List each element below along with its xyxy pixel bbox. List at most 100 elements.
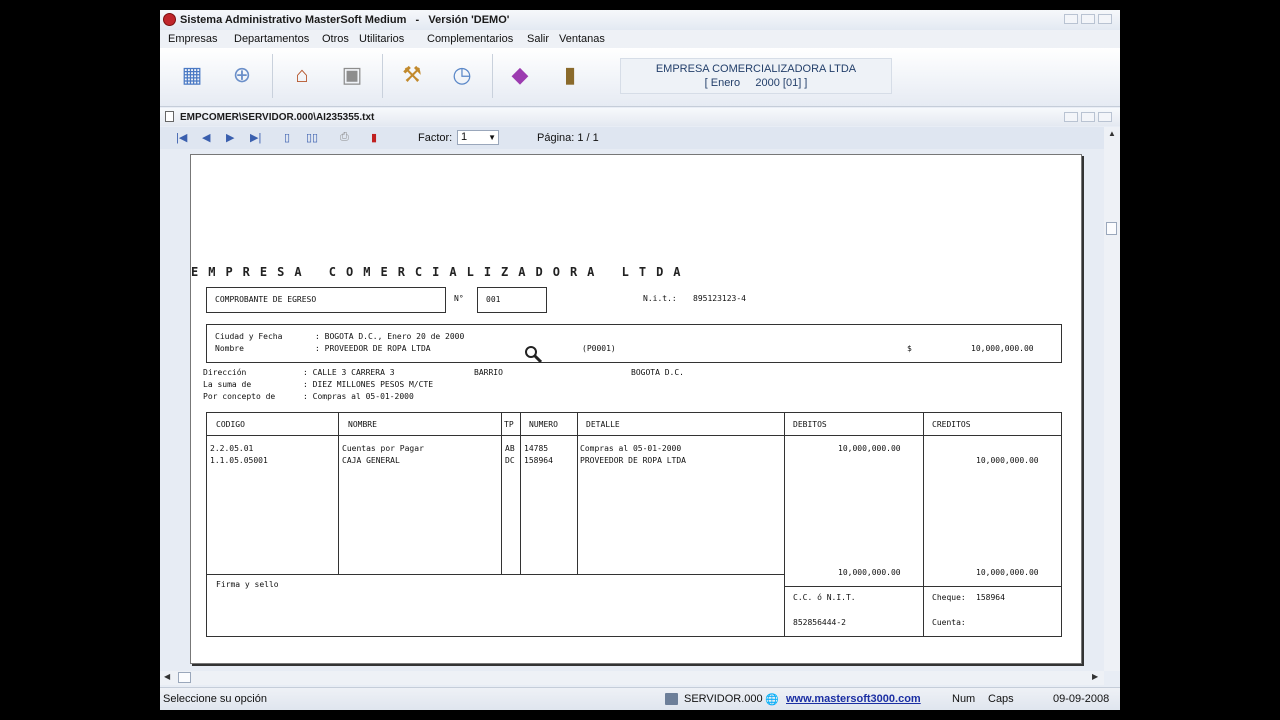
document-titlebar: EMPCOMER\SERVIDOR.000\AI235355.txt — [160, 108, 1120, 126]
doc-minimize-icon[interactable] — [1064, 112, 1078, 122]
two-pages-icon[interactable]: ▯▯ — [306, 131, 318, 144]
close-preview-icon[interactable]: ▮ — [371, 131, 377, 144]
cheque-label: Cheque: — [932, 593, 966, 602]
scroll-up-icon[interactable]: ▲ — [1108, 129, 1116, 138]
toolbar-separator — [272, 54, 273, 98]
voucher-type: COMPROBANTE DE EGRESO — [215, 295, 317, 304]
document-window-controls — [1064, 112, 1112, 122]
next-page-icon[interactable]: ▶ — [226, 131, 234, 144]
website-icon: 🌐 — [765, 694, 779, 706]
address-label: Dirección — [203, 368, 247, 377]
close-icon[interactable] — [1098, 14, 1112, 24]
amount-value: 10,000,000.00 — [971, 344, 1034, 353]
concept-value: : Compras al 05-01-2000 — [303, 392, 414, 401]
exit-door-icon[interactable]: ▮ — [554, 58, 586, 92]
cc-nit-label: C.C. ó N.I.T. — [793, 593, 856, 602]
row2-tp: DC — [505, 456, 515, 465]
menu-salir[interactable]: Salir — [527, 33, 549, 45]
factor-select[interactable]: 1 ▼ — [457, 130, 499, 145]
report-page: EMPRESA COMERCIALIZADORA LTDA COMPROBANT… — [190, 154, 1082, 664]
safe-icon[interactable]: ▣ — [336, 58, 368, 92]
toolbar-separator — [492, 54, 493, 98]
vertical-scrollbar[interactable]: ▲ — [1104, 127, 1120, 671]
menu-otros[interactable]: Otros — [322, 33, 349, 45]
row2-credito: 10,000,000.00 — [976, 456, 1039, 465]
voucher-number-box: 001 — [477, 287, 547, 313]
previous-page-icon[interactable]: ◀ — [202, 131, 210, 144]
chevron-down-icon: ▼ — [488, 133, 496, 142]
factor-value: 1 — [461, 131, 468, 143]
cheque-value: 158964 — [976, 593, 1005, 602]
row1-debito: 10,000,000.00 — [838, 444, 901, 453]
status-server: SERVIDOR.000 — [684, 693, 763, 705]
horizontal-scroll-thumb[interactable] — [178, 672, 191, 683]
doc-maximize-icon[interactable] — [1081, 112, 1095, 122]
maximize-icon[interactable] — [1081, 14, 1095, 24]
doc-close-icon[interactable] — [1098, 112, 1112, 122]
single-page-icon[interactable]: ▯ — [284, 131, 290, 144]
menu-ventanas[interactable]: Ventanas — [559, 33, 605, 45]
header-creditos: CREDITOS — [932, 420, 971, 429]
menu-utilitarios[interactable]: Utilitarios — [359, 33, 404, 45]
tools-icon[interactable]: ⚒ — [396, 58, 428, 92]
vertical-scroll-thumb[interactable] — [1106, 222, 1117, 235]
address-value: : CALLE 3 CARRERA 3 — [303, 368, 395, 377]
calculator-icon[interactable]: ▦ — [176, 58, 208, 92]
city-date-label: Ciudad y Fecha — [215, 332, 283, 341]
name-value: : PROVEEDOR DE ROPA LTDA — [315, 344, 431, 353]
header-detalle: DETALLE — [586, 420, 620, 429]
horizontal-scrollbar[interactable]: ◀ ▶ — [160, 671, 1104, 685]
company-name: EMPRESA COMERCIALIZADORA LTDA — [655, 63, 857, 75]
row1-codigo: 2.2.05.01 — [210, 444, 254, 453]
table-body-rule — [206, 574, 785, 575]
header-debitos: DEBITOS — [793, 420, 827, 429]
menu-departamentos[interactable]: Departamentos — [234, 33, 309, 45]
application-window: Sistema Administrativo MasterSoft Medium… — [160, 10, 1120, 710]
period-label: [ Enero 2000 [01] ] — [704, 77, 808, 89]
col-rule — [923, 412, 924, 637]
search-globe-icon[interactable]: ⊕ — [226, 58, 258, 92]
col-rule — [501, 412, 502, 574]
minimize-icon[interactable] — [1064, 14, 1078, 24]
website-link[interactable]: www.mastersoft3000.com — [786, 693, 921, 705]
row2-detalle: PROVEEDOR DE ROPA LTDA — [580, 456, 686, 465]
first-page-icon[interactable]: |◀ — [176, 131, 187, 144]
main-toolbar: ▦ ⊕ ⌂ ▣ ⚒ ◷ ◆ ▮ EMPRESA COMERCIALIZADORA… — [160, 48, 1120, 107]
server-icon — [665, 693, 678, 705]
row1-detalle: Compras al 05-01-2000 — [580, 444, 682, 453]
sum-label: La suma de — [203, 380, 252, 389]
title-bar: Sistema Administrativo MasterSoft Medium… — [160, 10, 1120, 30]
row1-tp: AB — [505, 444, 515, 453]
row1-nombre: Cuentas por Pagar — [342, 444, 424, 453]
report-company-title: EMPRESA COMERCIALIZADORA LTDA — [191, 265, 691, 279]
totals-rule — [784, 586, 1062, 587]
menu-complementarios[interactable]: Complementarios — [427, 33, 513, 45]
header-codigo: CODIGO — [216, 420, 245, 429]
col-rule — [338, 412, 339, 574]
book-icon[interactable]: ◆ — [504, 58, 536, 92]
menu-empresas[interactable]: Empresas — [168, 33, 218, 45]
header-tp: TP — [504, 420, 514, 429]
voucher-number: 001 — [486, 295, 501, 304]
table-header-rule — [206, 435, 1062, 436]
printer-icon[interactable]: ⎙ — [340, 131, 349, 144]
city-date-value: : BOGOTA D.C., Enero 20 de 2000 — [315, 332, 465, 341]
status-bar: Seleccione su opción SERVIDOR.000 🌐 www.… — [160, 687, 1120, 710]
voucher-type-box: COMPROBANTE DE EGRESO — [206, 287, 446, 313]
scroll-right-icon[interactable]: ▶ — [1092, 672, 1098, 681]
name-label: Nombre — [215, 344, 244, 353]
window-controls — [1064, 14, 1112, 24]
home-icon[interactable]: ⌂ — [286, 58, 318, 92]
document-icon — [165, 111, 174, 122]
cc-nit-value: 852856444-2 — [793, 618, 846, 627]
clock-icon[interactable]: ◷ — [446, 58, 478, 92]
provider-code: (P0001) — [582, 344, 616, 353]
last-page-icon[interactable]: ▶| — [250, 131, 261, 144]
signature-label: Firma y sello — [216, 580, 279, 589]
window-title: Sistema Administrativo MasterSoft Medium… — [180, 14, 510, 26]
cuenta-label: Cuenta: — [932, 618, 966, 627]
factor-label: Factor: — [418, 132, 453, 144]
report-viewer[interactable]: EMPRESA COMERCIALIZADORA LTDA COMPROBANT… — [160, 149, 1104, 671]
scroll-left-icon[interactable]: ◀ — [164, 672, 170, 681]
col-rule — [520, 412, 521, 574]
